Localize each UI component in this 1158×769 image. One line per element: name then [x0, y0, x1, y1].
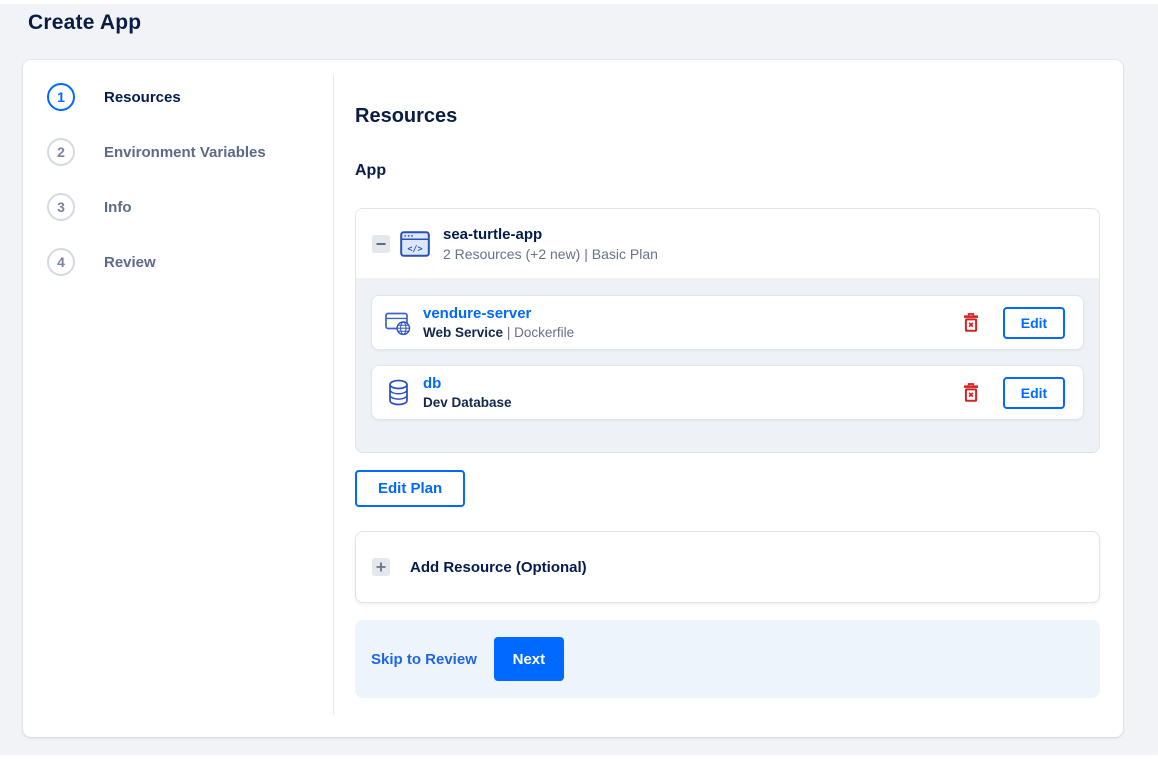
resource-name-link[interactable]: vendure-server	[423, 305, 531, 322]
collapse-app-button[interactable]	[372, 234, 390, 253]
page-title: Create App	[28, 11, 142, 34]
stepper-item-environment-variables[interactable]: 2 Environment Variables	[47, 138, 333, 166]
edit-resource-button[interactable]: Edit	[1003, 306, 1065, 339]
create-app-card: 1 Resources 2 Environment Variables 3 In…	[23, 60, 1123, 737]
bottom-strip	[0, 755, 1158, 769]
step-label: Info	[104, 198, 132, 216]
edit-resource-button[interactable]: Edit	[1003, 376, 1065, 409]
add-resource-label: Add Resource (Optional)	[410, 558, 587, 576]
resource-titles: db Dev Database	[423, 375, 963, 410]
skip-to-review-link[interactable]: Skip to Review	[371, 651, 477, 668]
step-number-badge: 3	[47, 193, 75, 221]
stepper: 1 Resources 2 Environment Variables 3 In…	[23, 60, 333, 303]
resource-type: Dev Database	[423, 395, 512, 410]
svg-text:</>: </>	[407, 244, 422, 254]
resource-subtitle: Dev Database	[423, 395, 963, 410]
resource-titles: vendure-server Web Service | Dockerfile	[423, 305, 963, 340]
resource-name-link[interactable]: db	[423, 375, 441, 392]
stepper-item-info[interactable]: 3 Info	[47, 193, 333, 221]
app-summary: 2 Resources (+2 new) | Basic Plan	[443, 245, 658, 262]
app-section-label: App	[355, 162, 387, 179]
app-resources-list: vendure-server Web Service | Dockerfile	[356, 278, 1099, 452]
next-button[interactable]: Next	[493, 637, 564, 681]
minus-icon	[376, 242, 386, 245]
delete-resource-button[interactable]	[963, 383, 979, 402]
step-number-badge: 2	[47, 138, 75, 166]
resource-row-db: db Dev Database Edit	[371, 365, 1084, 420]
app-titles: sea-turtle-app 2 Resources (+2 new) | Ba…	[443, 226, 658, 262]
app-card-header: </> sea-turtle-app 2 Resources (+2 new) …	[356, 209, 1099, 278]
resource-type: Web Service	[423, 325, 504, 340]
edit-plan-button[interactable]: Edit Plan	[355, 470, 466, 507]
database-cylinder-icon	[385, 379, 411, 406]
app-card: </> sea-turtle-app 2 Resources (+2 new) …	[355, 208, 1100, 453]
resource-separator: |	[506, 325, 511, 340]
add-resource-card[interactable]: Add Resource (Optional)	[355, 531, 1100, 603]
resources-step-content: Resources App </> sea-turtle-app 2 Resou…	[334, 60, 1123, 737]
stepper-item-resources[interactable]: 1 Resources	[47, 83, 333, 111]
plus-icon	[372, 558, 390, 576]
delete-resource-button[interactable]	[963, 313, 979, 332]
stepper-item-review[interactable]: 4 Review	[47, 248, 333, 276]
resource-row-vendure-server: vendure-server Web Service | Dockerfile	[371, 295, 1084, 350]
trash-icon	[964, 383, 978, 402]
content-heading: Resources	[355, 105, 458, 127]
code-window-icon: </>	[400, 230, 430, 257]
trash-icon	[964, 313, 978, 332]
app-name: sea-turtle-app	[443, 225, 543, 243]
step-label: Review	[104, 253, 156, 271]
footer-action-bar: Skip to Review Next	[355, 620, 1100, 698]
step-number-badge: 1	[47, 83, 75, 111]
browser-globe-icon	[385, 310, 411, 336]
resource-detail: Dockerfile	[514, 325, 575, 340]
step-label: Resources	[104, 88, 181, 106]
step-label: Environment Variables	[104, 143, 266, 161]
resource-subtitle: Web Service | Dockerfile	[423, 325, 963, 340]
top-strip	[0, 0, 1158, 4]
step-number-badge: 4	[47, 248, 75, 276]
